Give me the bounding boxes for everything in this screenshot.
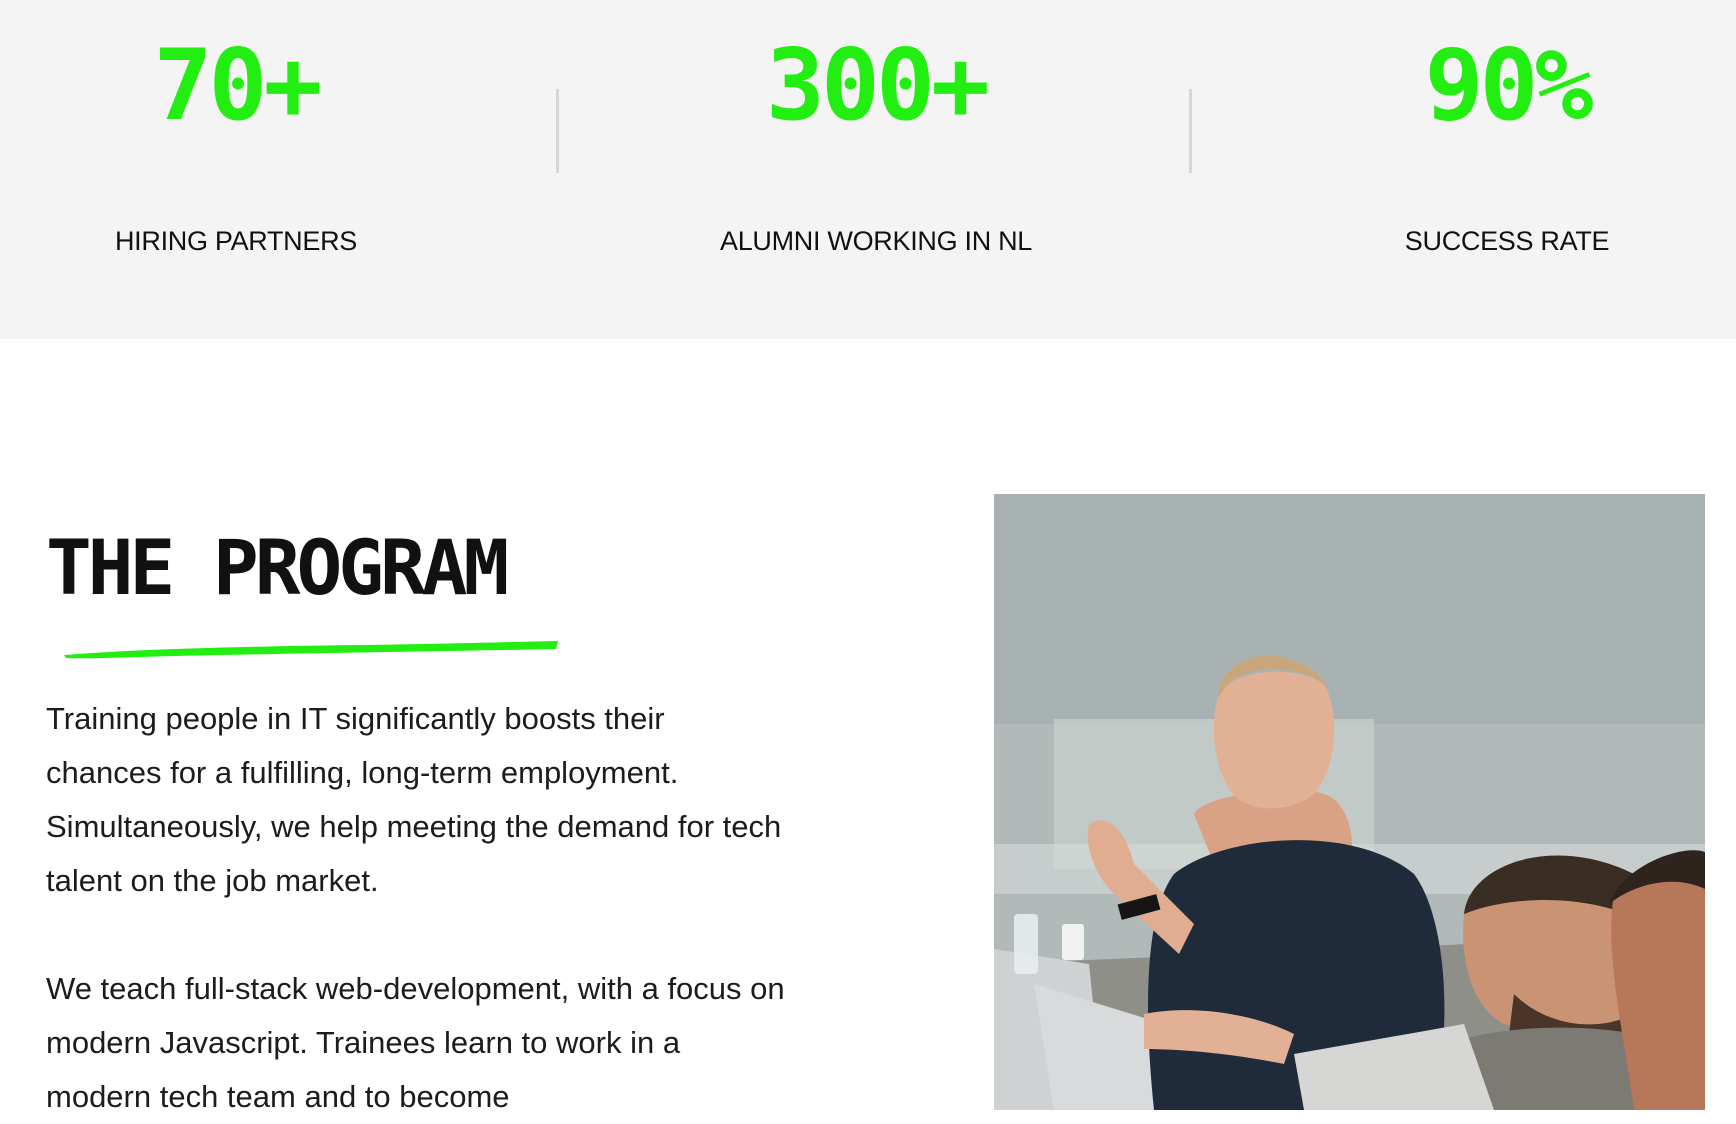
program-photo <box>994 494 1705 1110</box>
stat-value: 300+ <box>765 29 990 143</box>
stat-hiring-partners: 70+ HIRING PARTNERS <box>0 0 496 258</box>
stats-band: 70+ HIRING PARTNERS 300+ ALUMNI WORKING … <box>0 0 1736 339</box>
stat-label: HIRING PARTNERS <box>114 226 358 256</box>
program-paragraph: Training people in IT significantly boos… <box>46 701 782 898</box>
brush-underline <box>64 641 558 659</box>
stat-value: 90% <box>1424 29 1593 143</box>
stat-value: 70+ <box>153 29 322 143</box>
stat-label: SUCCESS RATE <box>1404 226 1610 256</box>
photo-illustration <box>994 494 1705 1110</box>
stat-success-rate: 90% SUCCESS RATE <box>1247 0 1736 258</box>
section-title: THE PROGRAM <box>46 523 509 612</box>
stat-label: ALUMNI WORKING IN NL <box>719 226 1033 256</box>
stat-divider <box>556 89 559 173</box>
stat-divider <box>1189 89 1192 173</box>
program-paragraph: We teach full-stack web-development, wit… <box>46 971 785 1114</box>
stat-alumni: 300+ ALUMNI WORKING IN NL <box>616 0 1136 258</box>
